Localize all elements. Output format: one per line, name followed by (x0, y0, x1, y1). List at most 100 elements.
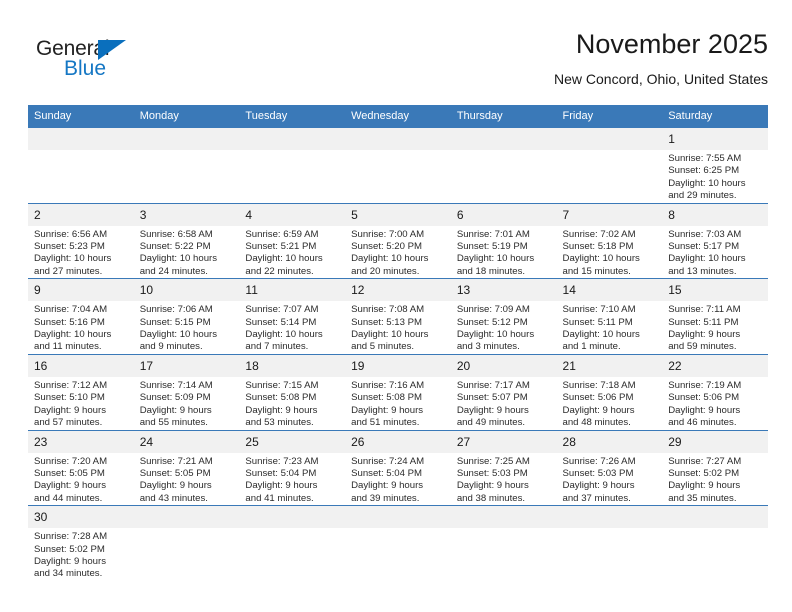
day-number: 21 (556, 355, 663, 377)
daylight-duration-line1: Daylight: 9 hours (668, 480, 741, 492)
daylight-duration-line1: Daylight: 10 hours (351, 329, 429, 341)
sunrise-time: Sunrise: 7:17 AM (456, 379, 530, 391)
sunset-time: Sunset: 5:07 PM (456, 392, 528, 404)
daylight-duration-line2: and 37 minutes. (562, 492, 631, 504)
sunrise-time: Sunrise: 7:00 AM (351, 228, 425, 240)
sunrise-time: Sunrise: 7:55 AM (668, 153, 742, 164)
day-number: 26 (345, 430, 451, 453)
calendar-day-cell[interactable]: 9 Sunrise: 7:04 AM Sunset: 5:16 PM Daylight… (28, 278, 134, 355)
calendar-day-cell[interactable]: 8 Sunrise: 7:03 AM Sunset: 5:17 PM Daylight… (662, 202, 768, 279)
calendar-day-cell[interactable]: 1 Sunrise: 7:55 AM Sunset: 6:25 PM Daylight… (662, 127, 768, 204)
calendar-day-cell[interactable]: 24 Sunrise: 7:21 AM Sunset: 5:05 PM Dayligh… (133, 429, 240, 506)
day-sun-info: Sunrise: 7:19 AM Sunset: 5:06 PM Daylight:… (662, 377, 768, 430)
day-number: 25 (239, 430, 346, 453)
sunset-time: Sunset: 5:02 PM (668, 467, 740, 479)
calendar-day-cell[interactable]: 18 Sunrise: 7:15 AM Sunset: 5:08 PM Dayligh… (239, 353, 346, 430)
day-number: 16 (28, 355, 134, 377)
sunrise-time: Sunrise: 6:58 AM (139, 228, 213, 240)
calendar-day-cell[interactable]: 4 Sunrise: 6:59 AM Sunset: 5:21 PM Daylight… (239, 202, 346, 279)
calendar-day-cell[interactable]: 25 Sunrise: 7:23 AM Sunset: 5:04 PM Dayligh… (239, 429, 346, 506)
calendar-day-cell[interactable]: 5 Sunrise: 7:00 AM Sunset: 5:20 PM Daylight… (345, 202, 451, 279)
day-number: 28 (556, 430, 663, 453)
day-number: 20 (450, 355, 557, 377)
daylight-duration-line1: Daylight: 9 hours (456, 480, 529, 492)
calendar-day-cell[interactable]: 10 Sunrise: 7:06 AM Sunset: 5:15 PM Dayligh… (133, 278, 240, 355)
day-number: 18 (239, 355, 346, 377)
sunrise-time: Sunrise: 7:04 AM (34, 304, 108, 316)
calendar-day-cell[interactable]: 16 Sunrise: 7:12 AM Sunset: 5:10 PM Dayligh… (28, 353, 134, 430)
daylight-duration-line2: and 51 minutes. (351, 417, 420, 429)
sunset-time: Sunset: 5:11 PM (668, 316, 739, 328)
day-number (133, 128, 240, 150)
daylight-duration-line2: and 20 minutes. (351, 265, 420, 277)
daylight-duration-line1: Daylight: 9 hours (139, 404, 212, 416)
sunrise-time: Sunrise: 7:06 AM (139, 304, 213, 316)
day-number: 2 (28, 204, 134, 226)
sunset-time: Sunset: 5:10 PM (34, 392, 105, 404)
daylight-duration-line2: and 44 minutes. (34, 492, 103, 504)
day-sun-info: Sunrise: 7:01 AM Sunset: 5:19 PM Daylight:… (451, 226, 557, 279)
calendar-day-cell-empty (345, 127, 451, 204)
sunrise-time: Sunrise: 7:01 AM (456, 228, 530, 240)
day-number (239, 506, 346, 529)
calendar-day-cell[interactable]: 29 Sunrise: 7:27 AM Sunset: 5:02 PM Dayligh… (662, 429, 768, 506)
calendar-day-cell[interactable]: 7 Sunrise: 7:02 AM Sunset: 5:18 PM Daylight… (556, 202, 663, 279)
generalblue-logo[interactable]: General Blue (36, 38, 156, 86)
calendar-day-cell[interactable]: 14 Sunrise: 7:10 AM Sunset: 5:11 PM Dayligh… (556, 278, 663, 355)
calendar-day-cell[interactable]: 23 Sunrise: 7:20 AM Sunset: 5:05 PM Dayligh… (28, 429, 134, 506)
calendar-day-cell[interactable]: 21 Sunrise: 7:18 AM Sunset: 5:06 PM Dayligh… (556, 353, 663, 430)
daylight-duration-line2: and 38 minutes. (456, 492, 526, 504)
calendar-day-cell-empty (239, 505, 346, 590)
day-sun-info: Sunrise: 7:24 AM Sunset: 5:04 PM Daylight:… (345, 453, 451, 506)
daylight-duration-line2: and 53 minutes. (245, 417, 314, 429)
sunset-time: Sunset: 5:22 PM (139, 241, 211, 253)
day-sun-info: Sunrise: 7:09 AM Sunset: 5:12 PM Daylight:… (451, 301, 557, 354)
calendar-day-cell[interactable]: 30 Sunrise: 7:28 AM Sunset: 5:02 PM Dayligh… (28, 505, 134, 590)
sunrise-time: Sunrise: 7:02 AM (562, 228, 636, 240)
day-sun-info: Sunrise: 7:18 AM Sunset: 5:06 PM Daylight:… (557, 377, 663, 430)
calendar-day-cell[interactable]: 6 Sunrise: 7:01 AM Sunset: 5:19 PM Daylight… (450, 202, 557, 279)
daylight-duration-line1: Daylight: 9 hours (245, 404, 318, 416)
day-sun-info: Sunrise: 7:14 AM Sunset: 5:09 PM Daylight:… (134, 377, 240, 430)
day-number: 12 (345, 279, 451, 302)
calendar-day-cell[interactable]: 28 Sunrise: 7:26 AM Sunset: 5:03 PM Dayligh… (556, 429, 663, 506)
sunrise-time: Sunrise: 7:27 AM (668, 455, 742, 467)
sunset-time: Sunset: 5:11 PM (562, 316, 633, 328)
day-sun-info: Sunrise: 7:04 AM Sunset: 5:16 PM Daylight:… (28, 301, 134, 354)
weekday-header-tuesday: Tuesday (239, 105, 346, 128)
sunset-time: Sunset: 5:12 PM (456, 316, 528, 328)
calendar-day-cell-empty (345, 505, 451, 590)
calendar-day-cell[interactable]: 13 Sunrise: 7:09 AM Sunset: 5:12 PM Dayligh… (450, 278, 557, 355)
calendar-day-cell[interactable]: 15 Sunrise: 7:11 AM Sunset: 5:11 PM Dayligh… (662, 278, 768, 355)
day-sun-info: Sunrise: 7:23 AM Sunset: 5:04 PM Daylight:… (239, 453, 345, 506)
daylight-duration-line1: Daylight: 9 hours (34, 480, 106, 492)
calendar-day-cell[interactable]: 2 Sunrise: 6:56 AM Sunset: 5:23 PM Daylight… (28, 202, 134, 279)
sunrise-time: Sunrise: 7:08 AM (351, 304, 425, 316)
day-number: 22 (662, 355, 768, 377)
calendar-day-cell[interactable]: 17 Sunrise: 7:14 AM Sunset: 5:09 PM Dayligh… (133, 353, 240, 430)
daylight-duration-line1: Daylight: 10 hours (562, 329, 640, 341)
day-number (450, 128, 557, 150)
sunrise-time: Sunrise: 7:24 AM (351, 455, 425, 467)
calendar-day-cell[interactable]: 12 Sunrise: 7:08 AM Sunset: 5:13 PM Dayligh… (345, 278, 451, 355)
calendar-day-cell[interactable]: 27 Sunrise: 7:25 AM Sunset: 5:03 PM Dayligh… (450, 429, 557, 506)
day-number: 9 (28, 279, 134, 302)
day-number: 24 (133, 430, 240, 453)
calendar-day-cell[interactable]: 26 Sunrise: 7:24 AM Sunset: 5:04 PM Dayligh… (345, 429, 451, 506)
day-sun-info: Sunrise: 7:55 AM Sunset: 6:25 PM Daylight:… (662, 150, 768, 203)
calendar-day-cell[interactable]: 19 Sunrise: 7:16 AM Sunset: 5:08 PM Dayligh… (345, 353, 451, 430)
sunrise-time: Sunrise: 7:21 AM (139, 455, 213, 467)
calendar-page: General Blue November 2025 New Concord, … (0, 0, 792, 612)
daylight-duration-line2: and 57 minutes. (34, 417, 103, 429)
calendar-day-cell[interactable]: 20 Sunrise: 7:17 AM Sunset: 5:07 PM Dayligh… (450, 353, 557, 430)
day-sun-info: Sunrise: 6:56 AM Sunset: 5:23 PM Daylight:… (28, 226, 134, 279)
daylight-duration-line1: Daylight: 9 hours (562, 480, 635, 492)
calendar-day-cell[interactable]: 3 Sunrise: 6:58 AM Sunset: 5:22 PM Daylight… (133, 202, 240, 279)
sunset-time: Sunset: 5:05 PM (139, 467, 211, 479)
calendar-day-cell[interactable]: 22 Sunrise: 7:19 AM Sunset: 5:06 PM Dayligh… (662, 353, 768, 430)
daylight-duration-line2: and 18 minutes. (456, 265, 526, 277)
weekday-header-saturday: Saturday (662, 105, 768, 128)
calendar-day-cell[interactable]: 11 Sunrise: 7:07 AM Sunset: 5:14 PM Dayligh… (239, 278, 346, 355)
day-sun-info: Sunrise: 6:59 AM Sunset: 5:21 PM Daylight:… (239, 226, 345, 279)
daylight-duration-line2: and 29 minutes. (668, 190, 737, 202)
